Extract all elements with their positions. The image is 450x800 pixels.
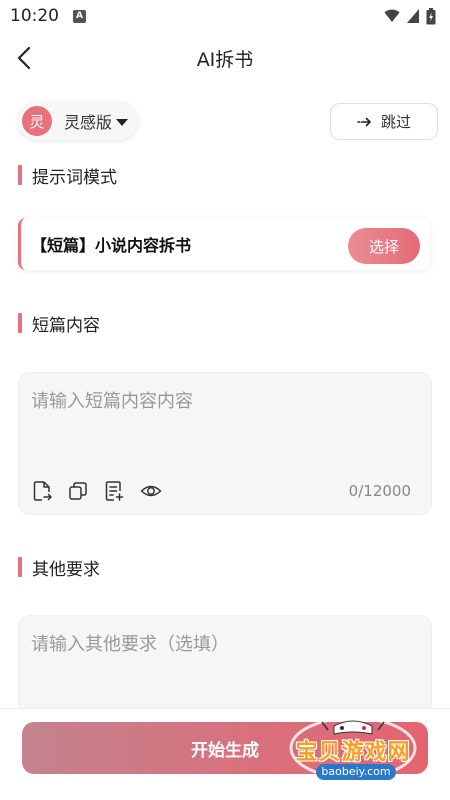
section-title: 短篇内容 [32,315,100,336]
section-title: 提示词模式 [32,167,117,188]
mode-selector[interactable]: 灵 灵感版 [18,102,138,140]
watermark-url: baobeiy.com [316,764,396,780]
section-heading-short-content: 短篇内容 [18,312,100,336]
header: AI拆书 [0,32,450,84]
wifi-icon [384,9,400,22]
status-bar: 10:20 A [0,0,450,32]
short-content-input[interactable]: 请输入短篇内容内容 0/12000 [18,372,432,515]
short-content-placeholder: 请输入短篇内容内容 [31,391,193,412]
section-accent-bar [18,165,22,185]
section-accent-bar [18,313,22,333]
mode-avatar: 灵 [22,106,52,136]
section-heading-prompt-mode: 提示词模式 [18,164,117,188]
start-generate-label: 开始生成 [191,740,259,761]
status-time: 10:20 [10,6,59,26]
back-arrow-icon[interactable] [14,45,38,71]
preview-eye-icon[interactable] [139,480,163,502]
signal-icon [407,9,419,23]
document-add-icon[interactable] [103,480,125,502]
mode-label: 灵感版 [64,113,113,132]
caret-down-icon [116,118,129,126]
char-count: 0/12000 [348,482,411,500]
import-file-icon[interactable] [31,480,53,502]
skip-button[interactable]: 跳过 [330,103,438,140]
section-heading-other-requirements: 其他要求 [18,556,100,580]
section-accent-bar [18,557,22,577]
watermark-logo: 宝贝游戏网 baobeiy.com [278,712,428,784]
other-requirements-placeholder: 请输入其他要求（选填） [31,634,229,655]
status-indicators [384,7,436,25]
arrow-right-icon [357,117,371,126]
input-toolbar [31,480,163,502]
select-template-button[interactable]: 选择 [348,228,420,264]
accessibility-notification-icon: A [73,9,86,23]
template-title: 【短篇】小说内容拆书 [31,236,192,255]
skip-label: 跳过 [380,113,411,131]
section-title: 其他要求 [32,559,100,580]
copy-icon[interactable] [67,480,89,502]
battery-icon [426,7,436,24]
page-title: AI拆书 [196,48,254,71]
watermark-text: 宝贝游戏网 [295,740,411,765]
